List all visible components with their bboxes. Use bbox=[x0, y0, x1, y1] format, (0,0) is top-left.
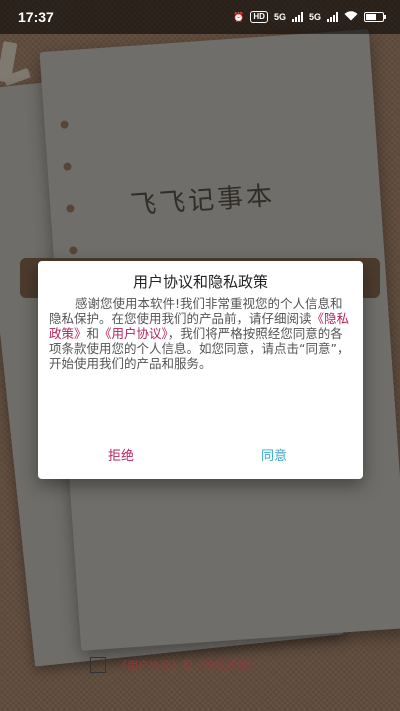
status-icons: ⏰ HD 5G 5G bbox=[233, 11, 386, 23]
privacy-dialog: 用户协议和隐私政策 感谢您使用本软件!我们非常重视您的个人信息和隐私保护。在您使… bbox=[38, 261, 363, 479]
network-label-1: 5G bbox=[273, 12, 286, 22]
user-agreement-link[interactable]: 《用户协议》 bbox=[99, 326, 168, 341]
network-label-2: 5G bbox=[308, 12, 321, 22]
dialog-body: 感谢您使用本软件!我们非常重视您的个人信息和隐私保护。在您使用我们的产品前，请仔… bbox=[49, 296, 354, 371]
signal-icon bbox=[291, 12, 303, 22]
dialog-and: 和 bbox=[86, 326, 100, 341]
alarm-icon: ⏰ bbox=[233, 11, 245, 22]
reject-button[interactable]: 拒绝 bbox=[108, 445, 134, 464]
agreement-links[interactable]: 《用户协议》和《隐私政策》 bbox=[116, 657, 259, 673]
signal-icon-2 bbox=[327, 12, 338, 22]
hd-badge: HD bbox=[250, 11, 268, 23]
dialog-title: 用户协议和隐私政策 bbox=[132, 273, 268, 291]
dialog-body-intro: 感谢您使用本软件!我们非常重视您的个人信息和隐私保护。在您使用我们的产品前，请仔… bbox=[49, 296, 343, 326]
agree-button[interactable]: 同意 bbox=[261, 445, 287, 464]
wifi-icon bbox=[344, 11, 358, 23]
battery-icon bbox=[364, 12, 386, 22]
agreement-checkbox[interactable] bbox=[90, 657, 106, 673]
agreement-row: 《用户协议》和《隐私政策》 bbox=[90, 657, 259, 673]
status-time: 17:37 bbox=[18, 9, 54, 25]
status-bar: 17:37 ⏰ HD 5G 5G bbox=[0, 0, 400, 34]
